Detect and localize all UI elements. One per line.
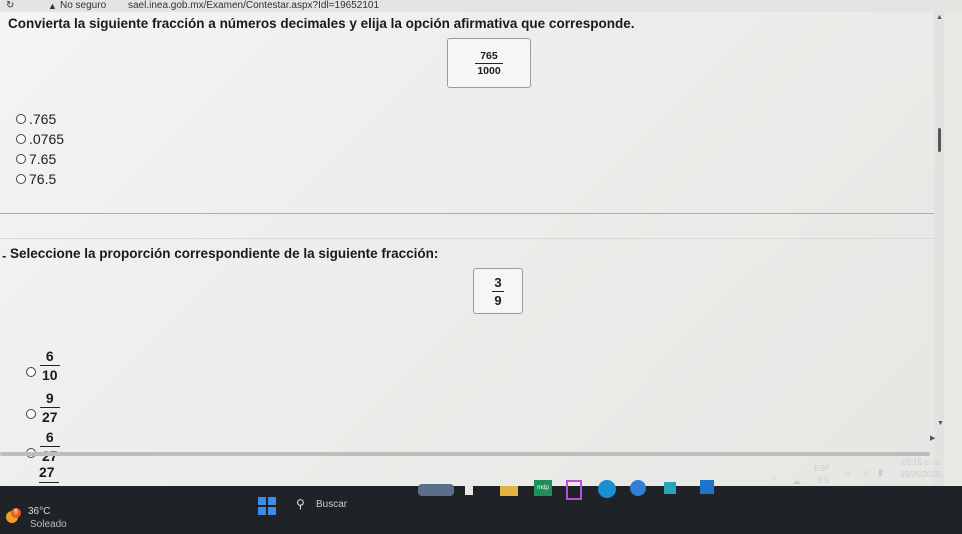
option-label: .0765 (29, 131, 65, 147)
clock-time[interactable]: 05:15 p. m. (902, 458, 942, 467)
option-fraction: 6 27 (40, 429, 60, 464)
question-1-option-2[interactable]: .0765 (16, 131, 64, 147)
security-label[interactable]: No seguro (60, 0, 106, 12)
fraction-denominator: 10 (42, 367, 58, 383)
option-label: .765 (29, 111, 57, 127)
weather-badge[interactable]: 6 (11, 508, 21, 518)
question-2-option-2[interactable]: 9 27 (26, 390, 60, 425)
taskbar-search-label[interactable]: Buscar (316, 499, 347, 510)
bookmark-app-icon[interactable] (566, 480, 582, 500)
question-separator-secondary (0, 238, 934, 239)
weather-temperature[interactable]: 36°C (28, 506, 50, 517)
question-2-fraction-box: 3 9 (473, 268, 523, 314)
question-2-dash: - (2, 248, 7, 263)
exam-page: Convierta la siguiente fracción a número… (0, 12, 934, 486)
horizontal-scrollbar[interactable] (0, 452, 930, 456)
vertical-scrollbar-track[interactable] (934, 12, 944, 486)
question-2-option-3[interactable]: 6 27 (26, 429, 60, 464)
fraction-numerator: 9 (45, 390, 54, 406)
store-app-icon[interactable] (664, 482, 676, 494)
radio-button[interactable] (16, 134, 26, 144)
reload-icon[interactable]: ↻ (6, 0, 14, 12)
language-indicator-bottom[interactable]: ES (818, 476, 829, 485)
file-icon[interactable] (465, 485, 473, 495)
scroll-right-arrow-icon[interactable]: ▶ (930, 434, 935, 442)
weather-description[interactable]: Soleado (30, 519, 67, 530)
question-1-option-4[interactable]: 76.5 (16, 171, 56, 187)
fraction-denominator: 1000 (477, 64, 501, 77)
photos-app-icon[interactable] (700, 480, 714, 494)
fraction-denominator: 27 (42, 409, 58, 425)
question-1-title: Convierta la siguiente fracción a número… (8, 16, 635, 31)
question-1-fraction-box: 765 1000 (447, 38, 531, 88)
scroll-down-arrow-icon[interactable]: ▼ (937, 420, 944, 427)
clock-date[interactable]: 19/05/2025 (900, 470, 940, 479)
fraction-numerator: 6 (45, 429, 54, 445)
fraction-numerator: 765 (480, 49, 498, 62)
file-explorer-icon[interactable] (500, 486, 518, 496)
radio-button[interactable] (16, 154, 26, 164)
warning-icon: ▲ (48, 1, 57, 11)
battery-icon[interactable]: ▮ (878, 467, 883, 478)
fraction-bar (39, 482, 59, 483)
question-1-fraction: 765 1000 (475, 49, 503, 77)
fraction-denominator: 9 (494, 292, 502, 308)
edge-browser-icon[interactable] (598, 480, 616, 498)
widgets-icon[interactable] (418, 484, 454, 496)
question-1-option-1[interactable]: .765 (16, 111, 56, 127)
radio-button[interactable] (26, 366, 36, 377)
option-label: 76.5 (29, 171, 57, 187)
question-2-option-1[interactable]: 6 10 (26, 348, 60, 383)
search-icon[interactable]: ⚲ (296, 497, 305, 511)
question-2-option-4-partial: 27 (39, 464, 59, 483)
question-2-fraction: 3 9 (492, 274, 504, 308)
language-indicator-top[interactable]: ESP (814, 464, 830, 473)
question-2-title: Seleccione la proporción correspondiente… (10, 246, 439, 261)
question-1-option-3[interactable]: 7.65 (16, 151, 56, 167)
windows-taskbar (0, 486, 962, 534)
browser-app-icon[interactable] (630, 480, 646, 496)
option-label: 7.65 (29, 151, 57, 167)
browser-address-bar: ↻ ▲ No seguro sael.inea.gob.mx/Examen/Co… (0, 0, 962, 12)
partial-numerator: 27 (39, 464, 55, 480)
scrollbar-thumb[interactable] (938, 128, 941, 152)
volume-icon[interactable]: ♬ (862, 468, 871, 478)
option-fraction: 9 27 (40, 390, 60, 425)
mail-app-icon[interactable]: mdp (534, 480, 552, 496)
scroll-up-arrow-icon[interactable]: ▲ (936, 14, 943, 21)
cloud-icon[interactable]: ☁ (792, 476, 801, 487)
radio-button[interactable] (16, 114, 26, 124)
option-fraction: 6 10 (40, 348, 60, 383)
question-separator (0, 213, 934, 214)
windows-start-icon[interactable] (258, 497, 276, 515)
tray-chevron-up-icon[interactable]: ⌃ (770, 476, 778, 487)
fraction-numerator: 6 (45, 348, 54, 364)
fraction-numerator: 3 (494, 274, 502, 290)
radio-button[interactable] (26, 408, 36, 419)
url-field[interactable]: sael.inea.gob.mx/Examen/Contestar.aspx?I… (128, 0, 379, 12)
wifi-icon[interactable]: ≈ (846, 468, 851, 478)
radio-button[interactable] (16, 174, 26, 184)
